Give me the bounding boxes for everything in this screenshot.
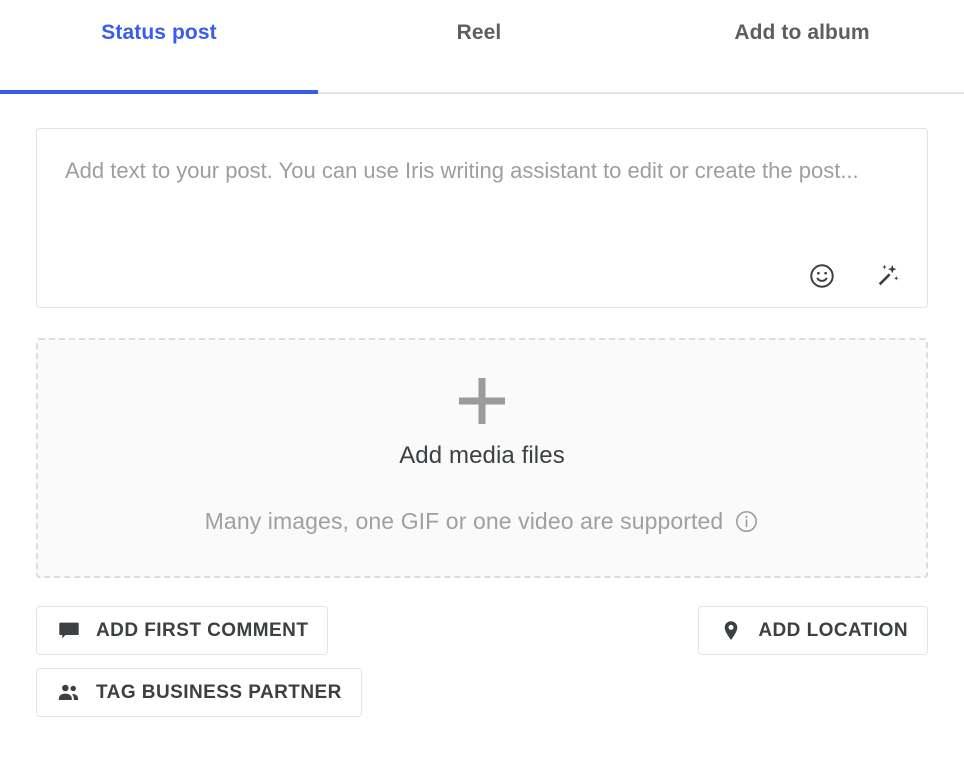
- post-text-input[interactable]: [37, 129, 927, 307]
- add-first-comment-button[interactable]: ADD FIRST COMMENT: [36, 606, 329, 655]
- post-text-composer[interactable]: Add text to your post. You can use Iris …: [36, 128, 928, 308]
- emoji-icon[interactable]: [805, 259, 839, 293]
- info-icon[interactable]: [734, 509, 759, 534]
- button-label: ADD FIRST COMMENT: [96, 620, 309, 641]
- tab-add-to-album[interactable]: Add to album: [640, 0, 964, 94]
- people-icon: [56, 680, 82, 706]
- comment-icon: [56, 618, 82, 644]
- add-media-label: Add media files: [399, 442, 565, 469]
- tab-status-post[interactable]: Status post: [0, 0, 318, 94]
- media-dropzone[interactable]: Add media files Many images, one GIF or …: [36, 338, 928, 578]
- tab-label: Reel: [456, 21, 502, 44]
- button-label: ADD LOCATION: [758, 620, 908, 641]
- post-composer-panel: Add text to your post. You can use Iris …: [0, 128, 964, 717]
- post-actions-right: ADD LOCATION: [698, 606, 928, 655]
- media-support-hint: Many images, one GIF or one video are su…: [205, 508, 760, 535]
- button-label: TAG BUSINESS PARTNER: [96, 682, 342, 703]
- magic-wand-icon[interactable]: [871, 259, 905, 293]
- tag-business-partner-button[interactable]: TAG BUSINESS PARTNER: [36, 668, 362, 717]
- tab-label: Status post: [101, 21, 217, 44]
- plus-icon: [459, 378, 505, 424]
- post-type-tabs: Status post Reel Add to album: [0, 0, 964, 94]
- post-actions: ADD FIRST COMMENT TAG BUSINESS PARTNER A…: [36, 606, 928, 717]
- post-actions-left: ADD FIRST COMMENT TAG BUSINESS PARTNER: [36, 606, 362, 717]
- composer-toolbar: [805, 259, 905, 293]
- tab-label: Add to album: [734, 21, 870, 44]
- location-pin-icon: [718, 618, 744, 644]
- add-location-button[interactable]: ADD LOCATION: [698, 606, 928, 655]
- tab-reel[interactable]: Reel: [318, 0, 640, 94]
- media-support-text: Many images, one GIF or one video are su…: [204, 508, 724, 534]
